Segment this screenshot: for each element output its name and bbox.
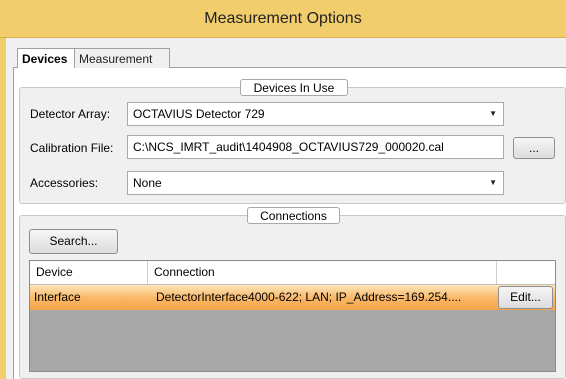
table-header: Device Connection	[30, 261, 555, 285]
accessories-value: None	[133, 176, 162, 190]
detector-array-label: Detector Array:	[30, 107, 111, 121]
device-cell: Interface	[34, 290, 81, 304]
tab-devices[interactable]: Devices	[17, 48, 75, 68]
connections-legend: Connections	[247, 207, 340, 224]
calibration-file-label: Calibration File:	[30, 141, 114, 155]
edit-button[interactable]: Edit...	[498, 286, 553, 309]
title-bar: Measurement Options	[0, 0, 566, 38]
chevron-down-icon[interactable]: ▼	[489, 103, 497, 125]
tab-measurement[interactable]: Measurement	[74, 48, 170, 68]
column-header-connection[interactable]: Connection	[148, 261, 497, 284]
detector-array-combo[interactable]: OCTAVIUS Detector 729 ▼	[127, 102, 504, 126]
column-header-device[interactable]: Device	[30, 261, 148, 284]
devices-in-use-legend: Devices In Use	[240, 79, 348, 96]
search-button[interactable]: Search...	[29, 229, 118, 254]
accessories-combo[interactable]: None ▼	[127, 171, 504, 195]
chevron-down-icon[interactable]: ▼	[489, 172, 497, 194]
window-left-border	[0, 38, 6, 379]
calibration-file-input[interactable]: C:\NCS_IMRT_audit\1404908_OCTAVIUS729_00…	[127, 135, 504, 159]
connection-cell: DetectorInterface4000-622; LAN; IP_Addre…	[156, 290, 462, 304]
window-title: Measurement Options	[204, 10, 362, 27]
connections-table: Device Connection Interface DetectorInte…	[29, 260, 556, 372]
accessories-label: Accessories:	[30, 176, 99, 190]
table-row[interactable]: Interface DetectorInterface4000-622; LAN…	[30, 285, 555, 310]
browse-button[interactable]: ...	[513, 137, 555, 159]
detector-array-value: OCTAVIUS Detector 729	[133, 107, 265, 121]
